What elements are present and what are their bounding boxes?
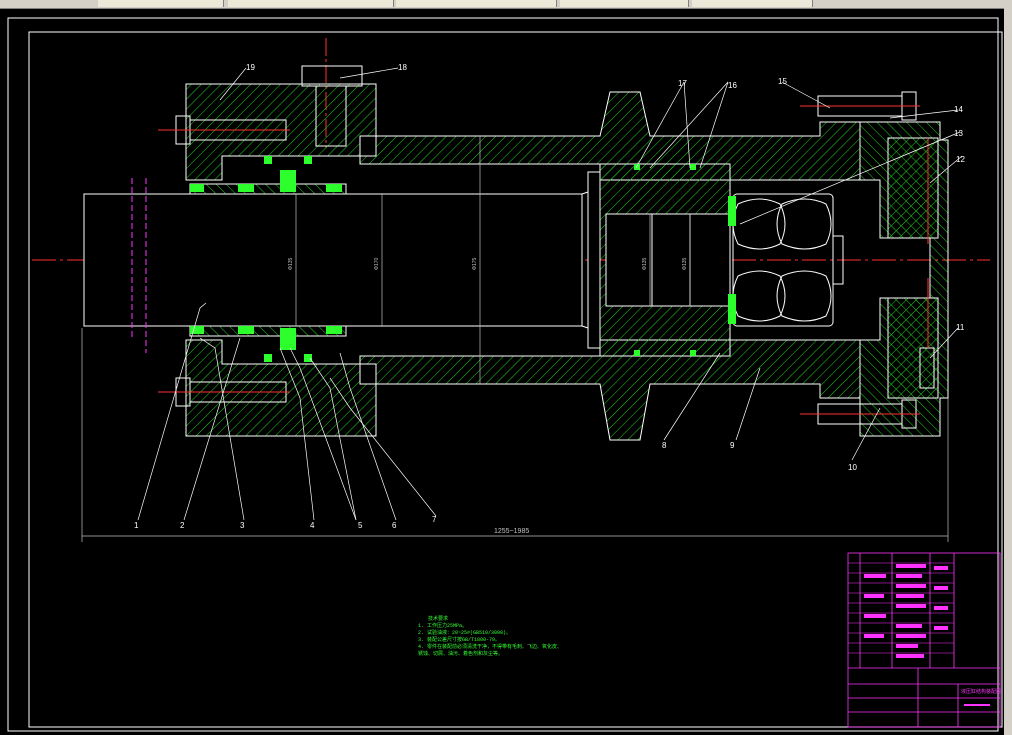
part-label-4: 4	[310, 521, 315, 530]
part-label-1: 1	[134, 521, 139, 530]
part-label-15: 15	[778, 77, 787, 86]
dim-mark-1: Φ135	[288, 257, 294, 270]
notes-title: 技术要求	[428, 616, 449, 622]
part-label-18: 18	[398, 63, 407, 72]
dim-mark-2: Φ170	[374, 257, 380, 270]
cylinder-assembly: Φ135 Φ170 Φ175 Φ135 Φ135	[32, 38, 990, 441]
tab-4[interactable]	[560, 0, 689, 7]
part-label-7: 7	[432, 515, 437, 524]
tab-1[interactable]	[98, 0, 224, 7]
vertical-scrollbar[interactable]	[1004, 8, 1012, 735]
notes-line: 3. 装配公差尺寸按GB/T1800-79。	[418, 637, 501, 643]
notes-line: 2. 试验油液：20~25#(GB510/3000)。	[418, 630, 512, 636]
drawing-name: 液压缸结构装配图	[961, 688, 1001, 695]
part-label-2: 2	[180, 521, 185, 530]
part-label-14: 14	[954, 105, 963, 114]
piston-rod	[83, 193, 583, 327]
dim-mark-5: Φ135	[682, 257, 688, 270]
notes-line: 4. 零件在装配前必须清洗干净，不得带有毛刺、飞边、氧化皮、	[418, 644, 563, 650]
technical-notes: 技术要求 1. 工作压力25MPa。 2. 试验油液：20~25#(GB510/…	[418, 616, 638, 658]
part-label-6: 6	[392, 521, 397, 530]
part-label-8: 8	[662, 441, 667, 450]
part-label-10: 10	[848, 463, 857, 472]
gland-flange-top	[185, 83, 377, 181]
tab-2[interactable]	[228, 0, 394, 7]
overall-dimension-text: 1255~1985	[494, 528, 529, 535]
part-label-5: 5	[358, 521, 363, 530]
notes-line: 锈蚀、切屑、油污、着色剂和灰尘等。	[418, 651, 504, 657]
tab-5[interactable]	[692, 0, 813, 7]
dim-mark-4: Φ135	[642, 257, 648, 270]
part-label-16: 16	[728, 81, 737, 90]
part-label-19: 19	[246, 63, 255, 72]
part-label-13: 13	[954, 129, 963, 138]
tab-3[interactable]	[396, 0, 557, 7]
notes-line: 1. 工作压力25MPa。	[418, 623, 468, 629]
part-label-17: 17	[678, 79, 687, 88]
part-label-3: 3	[240, 521, 245, 530]
part-label-12: 12	[956, 155, 965, 164]
part-label-9: 9	[730, 441, 735, 450]
title-block: 液压缸结构装配图	[847, 552, 1001, 728]
part-label-11: 11	[956, 323, 965, 332]
dim-mark-3: Φ175	[472, 257, 478, 270]
